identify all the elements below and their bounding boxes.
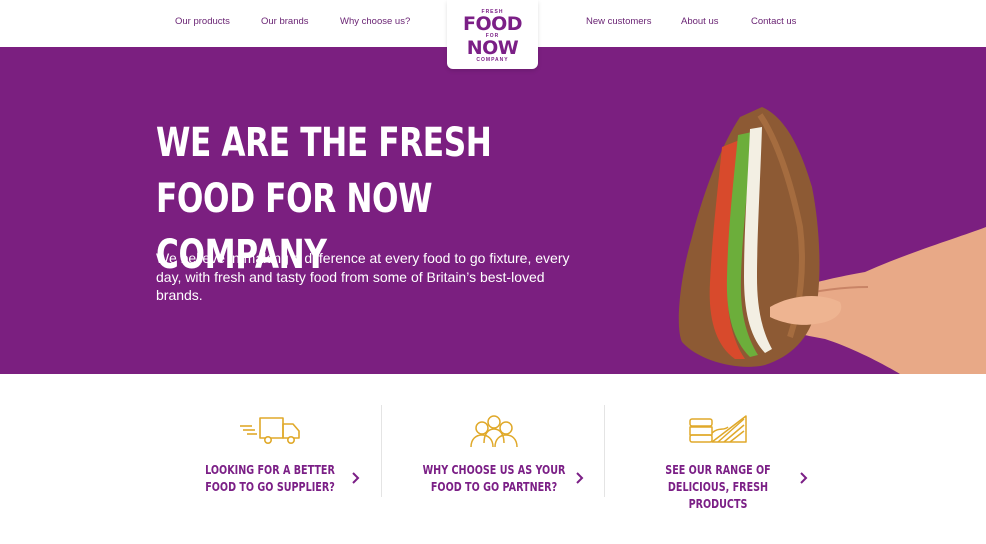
card-title-better-supplier: Looking for a better food to go supplier…: [205, 463, 335, 494]
logo-company-text: COMPANY: [476, 57, 509, 63]
card-divider: [604, 405, 605, 497]
nav-our-products[interactable]: Our products: [175, 16, 230, 27]
card-better-supplier[interactable]: Looking for a better food to go supplier…: [158, 405, 382, 497]
food-products-icon: [689, 415, 747, 443]
logo-now-text: NOW: [466, 37, 519, 59]
card-title-product-range: See our range of delicious, fresh produc…: [665, 463, 771, 511]
brand-logo[interactable]: FRESH FOOD FOR NOW COMPANY: [447, 0, 538, 69]
sandwich-hand-image: [678, 107, 986, 374]
card-title-why-choose-us: Why choose us as your food to go partner…: [422, 463, 566, 494]
people-group-icon: [470, 415, 518, 448]
hero-description: We believe in making a difference at eve…: [156, 250, 570, 303]
nav-about-us[interactable]: About us: [681, 16, 719, 27]
nav-contact-us[interactable]: Contact us: [751, 16, 796, 27]
card-why-choose-us[interactable]: Why choose us as your food to go partner…: [382, 405, 606, 497]
hero-banner: We are the fresh food for now company We…: [0, 47, 986, 374]
nav-new-customers[interactable]: New customers: [586, 16, 651, 27]
nav-our-brands[interactable]: Our brands: [261, 16, 309, 27]
delivery-truck-icon: [240, 417, 300, 444]
card-product-range[interactable]: See our range of delicious, fresh produc…: [606, 405, 830, 511]
chevron-right-icon: [800, 472, 808, 484]
nav-why-choose-us[interactable]: Why choose us?: [340, 16, 410, 27]
chevron-right-icon: [352, 472, 360, 484]
chevron-right-icon: [576, 472, 584, 484]
logo-food-text: FOOD: [462, 13, 523, 35]
